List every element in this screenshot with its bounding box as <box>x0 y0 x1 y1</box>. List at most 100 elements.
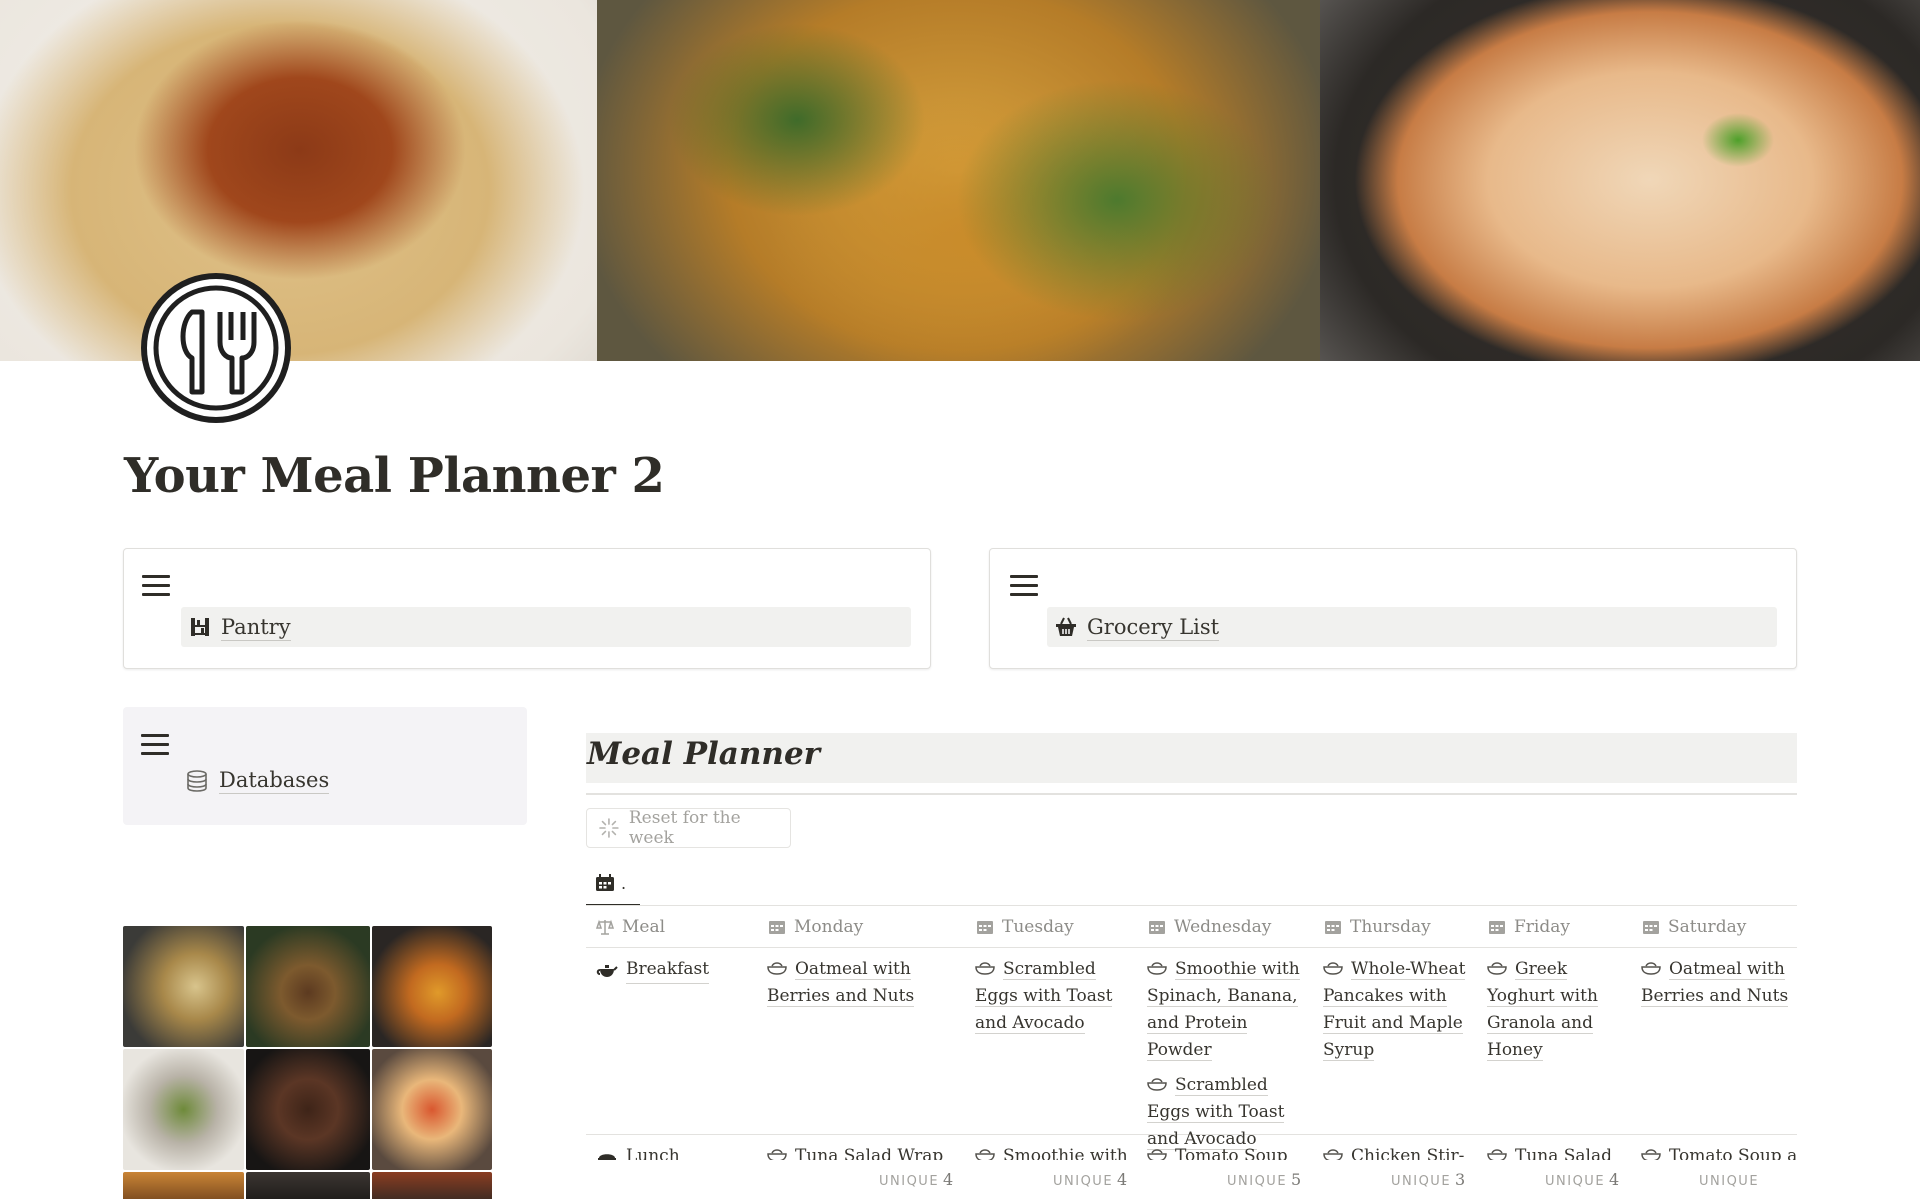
calendar-icon <box>1325 921 1341 934</box>
column-header-label: Thursday <box>1350 917 1431 937</box>
recipe-entry[interactable]: Oatmeal with Berries and Nuts <box>767 956 927 1010</box>
food-photo <box>123 926 244 1047</box>
meal-cell[interactable]: Breakfast <box>596 956 710 984</box>
pantry-link[interactable]: Pantry <box>181 607 911 647</box>
column-header-label: Meal <box>622 917 666 937</box>
column-header-monday[interactable]: Monday <box>768 906 863 948</box>
reset-week-button-label: Reset for the week <box>628 808 741 848</box>
teapot-icon <box>596 965 618 977</box>
calc-label: UNIQUE <box>1545 1174 1606 1189</box>
cover-photo-frittata <box>597 0 1320 361</box>
food-photo <box>246 1172 370 1199</box>
calendar-icon <box>596 874 614 891</box>
recipe-title: Smoothie with Spinach, Banana, and Prote… <box>1147 959 1300 1061</box>
menu-icon[interactable] <box>141 734 169 756</box>
table-header: Meal Monday Tuesday Wednesday Thursday F… <box>586 906 1797 948</box>
column-header-friday[interactable]: Friday <box>1488 906 1570 948</box>
meal-planner-title: Meal Planner <box>587 736 820 772</box>
grocery-list-link[interactable]: Grocery List <box>1047 607 1777 647</box>
day-cell-wednesday[interactable]: Smoothie with Spinach, Banana, and Prote… <box>1147 956 1309 1161</box>
calendar-icon <box>769 921 785 934</box>
databases-callout: Databases <box>123 707 527 825</box>
recipe-entry[interactable]: Greek Yoghurt with Granola and Honey <box>1487 956 1622 1064</box>
databases-link[interactable]: Databases <box>185 767 330 794</box>
food-photo <box>246 1049 370 1170</box>
unique-count-tuesday[interactable]: UNIQUE 4 <box>1053 1170 1127 1189</box>
calc-label: UNIQUE <box>1053 1174 1114 1189</box>
calendar-icon <box>1489 921 1505 934</box>
bowl-icon <box>1487 962 1507 975</box>
calc-label: UNIQUE <box>1391 1174 1452 1189</box>
day-cell-tuesday[interactable]: Scrambled Eggs with Toast and Avocado <box>975 956 1125 1045</box>
unique-count-saturday[interactable]: UNIQUE <box>1699 1170 1797 1189</box>
unique-count-thursday[interactable]: UNIQUE 3 <box>1391 1170 1465 1189</box>
menu-icon[interactable] <box>142 575 170 597</box>
food-photo <box>372 926 492 1047</box>
meal-label: Breakfast <box>626 956 710 984</box>
recipe-entry[interactable]: Scrambled Eggs with Toast and Avocado <box>975 956 1125 1037</box>
unique-count-wednesday[interactable]: UNIQUE 5 <box>1227 1170 1301 1189</box>
calc-value: 4 <box>1609 1170 1620 1189</box>
column-header-saturday[interactable]: Saturday <box>1642 906 1746 948</box>
database-icon <box>187 769 207 792</box>
food-photo <box>372 1172 492 1199</box>
bowl-icon <box>1641 962 1661 975</box>
fork-knife-icon[interactable] <box>140 272 292 424</box>
food-photo <box>246 926 370 1047</box>
bowl-icon <box>975 962 995 975</box>
calc-value: 4 <box>943 1170 954 1189</box>
unique-count-monday[interactable]: UNIQUE 4 <box>879 1170 953 1189</box>
calculation-footer: UNIQUE 4 UNIQUE 4 UNIQUE 5 UNIQUE 3 UNIQUE 4 … <box>586 1160 1797 1199</box>
page-title: Your Meal Planner 2 <box>124 448 665 504</box>
recipe-entry[interactable]: Oatmeal with Berries and Nuts <box>1641 956 1791 1010</box>
column-header-label: Friday <box>1514 917 1570 937</box>
food-photo <box>372 1049 492 1170</box>
unique-count-friday[interactable]: UNIQUE 4 <box>1545 1170 1619 1189</box>
view-tab-calendar[interactable]: . <box>586 862 640 906</box>
column-header-label: Wednesday <box>1174 917 1272 937</box>
pantry-callout: Pantry <box>123 548 931 669</box>
recipe-title: Oatmeal with Berries and Nuts <box>1641 959 1789 1007</box>
column-header-label: Tuesday <box>1002 917 1074 937</box>
cover-photo-spaghetti <box>0 0 597 361</box>
column-header-label: Saturday <box>1668 917 1747 937</box>
column-header-thursday[interactable]: Thursday <box>1324 906 1431 948</box>
grocery-callout: Grocery List <box>989 548 1797 669</box>
calc-value: 4 <box>1117 1170 1128 1189</box>
column-header-tuesday[interactable]: Tuesday <box>976 906 1074 948</box>
food-collage-image <box>123 926 492 1199</box>
recipe-entry[interactable]: Smoothie with Spinach, Banana, and Prote… <box>1147 956 1309 1064</box>
food-photo <box>123 1049 244 1170</box>
databases-link-label: Databases <box>219 768 330 794</box>
shopping-basket-icon <box>1056 617 1076 636</box>
day-cell-friday[interactable]: Greek Yoghurt with Granola and Honey <box>1487 956 1622 1072</box>
divider <box>586 793 1797 795</box>
scale-icon <box>596 919 614 935</box>
bowl-icon <box>767 962 787 975</box>
calc-value: 3 <box>1455 1170 1466 1189</box>
reset-week-button[interactable]: Reset for the week <box>586 808 791 848</box>
bowl-icon <box>1147 1078 1167 1091</box>
pantry-shelf-icon <box>191 618 209 636</box>
day-cell-monday[interactable]: Oatmeal with Berries and Nuts <box>767 956 927 1018</box>
view-tab-label: . <box>621 873 627 893</box>
bowl-icon <box>1147 962 1167 975</box>
bowl-icon <box>1323 962 1343 975</box>
recipe-title: Scrambled Eggs with Toast and Avocado <box>975 959 1113 1034</box>
calc-value: 5 <box>1291 1170 1302 1189</box>
column-header-wednesday[interactable]: Wednesday <box>1148 906 1271 948</box>
recipe-title: Whole-Wheat Pancakes with Fruit and Mapl… <box>1323 959 1466 1061</box>
meal-planner-table: Meal Monday Tuesday Wednesday Thursday F… <box>586 905 1797 1199</box>
sparkle-icon <box>599 818 619 838</box>
table-row-breakfast[interactable]: Breakfast Oatmeal with Berries and Nuts … <box>586 948 1797 1150</box>
column-header-label: Monday <box>794 917 864 937</box>
day-cell-saturday[interactable]: Oatmeal with Berries and Nuts <box>1641 956 1791 1018</box>
menu-icon[interactable] <box>1010 575 1038 597</box>
grocery-list-link-label: Grocery List <box>1087 614 1220 641</box>
day-cell-thursday[interactable]: Whole-Wheat Pancakes with Fruit and Mapl… <box>1323 956 1473 1072</box>
calc-label: UNIQUE <box>879 1174 940 1189</box>
column-header-meal[interactable]: Meal <box>596 906 665 948</box>
calc-label: UNIQUE <box>1699 1174 1760 1189</box>
cover-photo-casserole <box>1320 0 1920 361</box>
recipe-entry[interactable]: Whole-Wheat Pancakes with Fruit and Mapl… <box>1323 956 1473 1064</box>
